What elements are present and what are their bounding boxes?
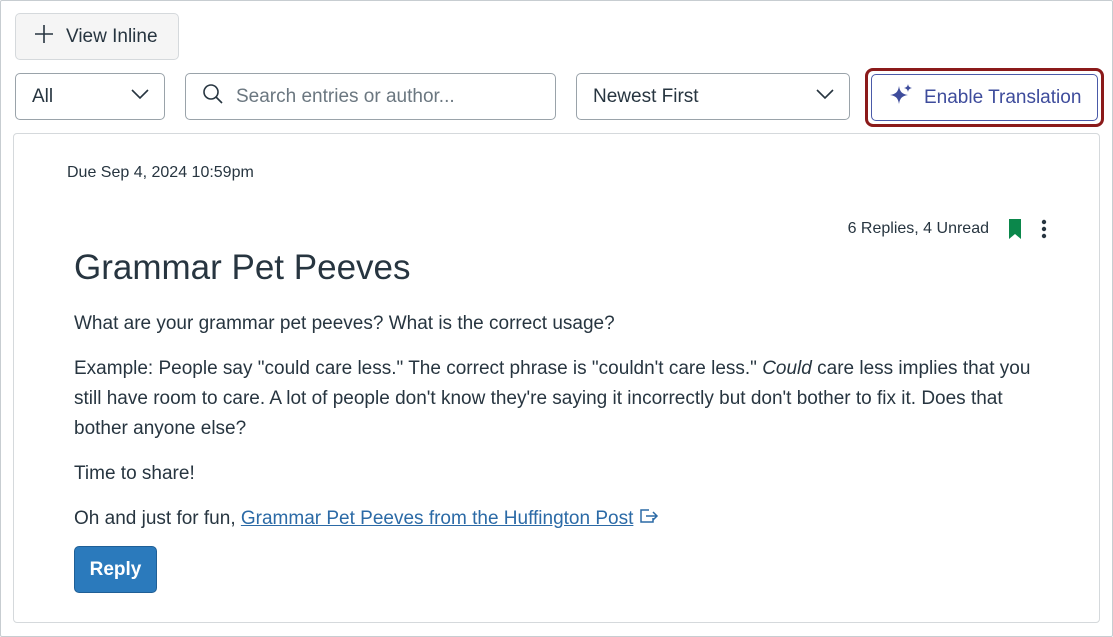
external-link-icon [639,504,659,534]
filter-value: All [32,85,54,107]
topic-meta: 6 Replies, 4 Unread [848,218,1047,240]
enable-translation-label: Enable Translation [924,86,1082,108]
chevron-down-icon [815,84,835,110]
search-field[interactable] [185,73,556,120]
sparkle-icon [888,82,914,114]
view-inline-button[interactable]: View Inline [15,13,179,60]
sort-select[interactable]: Newest First [576,73,850,120]
filter-select[interactable]: All [15,73,165,120]
kebab-icon[interactable] [1041,219,1047,239]
bookmark-icon[interactable] [1007,218,1023,240]
body-paragraph: What are your grammar pet peeves? What i… [74,313,615,334]
plus-icon [34,24,54,50]
translate-highlight: Enable Translation [865,68,1104,127]
body-paragraph: Example: People say "could care less." T… [74,358,1031,439]
body-paragraph: Time to share! [74,463,195,484]
discussion-topic-card: Due Sep 4, 2024 10:59pm 6 Replies, 4 Unr… [13,133,1100,623]
discussion-frame: View Inline All Newest First Enable Tran… [0,0,1113,637]
search-input[interactable] [236,85,536,108]
search-icon [202,83,224,110]
due-date: Due Sep 4, 2024 10:59pm [67,164,254,181]
body-paragraph: Oh and just for fun, Grammar Pet Peeves … [74,504,1054,534]
huffington-post-link[interactable]: Grammar Pet Peeves from the Huffington P… [241,508,634,529]
topic-title: Grammar Pet Peeves [74,248,411,287]
replies-count: 6 Replies, 4 Unread [847,220,989,237]
reply-button[interactable]: Reply [74,546,157,593]
topic-body: What are your grammar pet peeves? What i… [74,309,1054,549]
enable-translation-button[interactable]: Enable Translation [871,74,1098,121]
view-inline-label: View Inline [66,25,158,47]
sort-value: Newest First [593,85,699,107]
chevron-down-icon [130,84,150,110]
